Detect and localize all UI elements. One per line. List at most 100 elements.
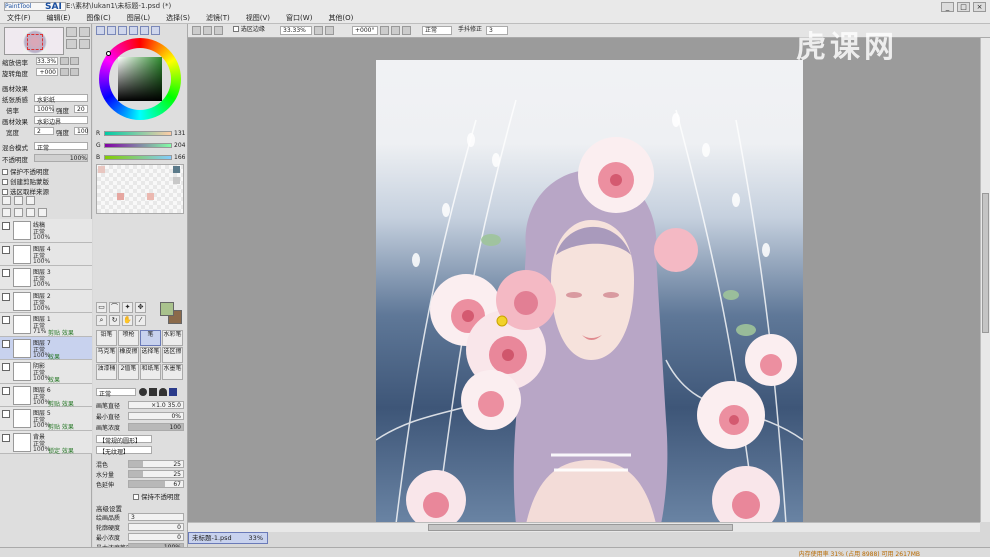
primary-color-chip[interactable] bbox=[160, 302, 174, 316]
swatch-palette[interactable] bbox=[96, 164, 184, 214]
paper-strength-field[interactable]: 20 bbox=[74, 105, 88, 113]
clipping-mask-checkbox[interactable]: 创建剪贴蒙版 bbox=[2, 176, 49, 186]
edge-slider[interactable]: 0 bbox=[128, 523, 184, 531]
new-layer-icon[interactable] bbox=[2, 196, 11, 205]
texture-section-title[interactable]: 画材效果 bbox=[2, 83, 28, 93]
rgb-slider-tab[interactable] bbox=[107, 26, 116, 35]
hsv-slider-tab[interactable] bbox=[118, 26, 127, 35]
rotate-plus-button[interactable] bbox=[70, 68, 79, 76]
visibility-icon[interactable] bbox=[2, 363, 10, 371]
menu-image[interactable]: 图像(C) bbox=[83, 13, 113, 23]
brush-washi[interactable]: 和纸笔 bbox=[140, 364, 161, 380]
brush-airbrush[interactable]: 喷枪 bbox=[118, 330, 139, 346]
brush-bucket[interactable]: 油漆桶 bbox=[96, 364, 117, 380]
navigator-viewport-frame[interactable] bbox=[27, 34, 43, 50]
red-slider[interactable]: R 131 bbox=[96, 130, 188, 138]
min-density-slider[interactable]: 0 bbox=[128, 533, 184, 541]
swatch[interactable] bbox=[173, 166, 180, 173]
visibility-icon[interactable] bbox=[2, 245, 10, 254]
visibility-icon[interactable] bbox=[2, 292, 10, 301]
zoom-field[interactable]: 33.3% bbox=[36, 57, 58, 65]
brush-pen[interactable]: 笔 bbox=[140, 330, 161, 346]
brush-eraser[interactable]: 橡皮擦 bbox=[118, 347, 139, 363]
zoom-plus-button[interactable] bbox=[70, 57, 79, 65]
canvas-viewport[interactable] bbox=[188, 38, 980, 522]
paper-texture-select[interactable]: 水彩纸 bbox=[34, 94, 88, 104]
visibility-icon[interactable] bbox=[2, 222, 10, 230]
layer-item-selected[interactable]: 图层 7 正常 100% 效果 bbox=[0, 336, 92, 361]
effect-width-field[interactable]: 2 bbox=[34, 127, 54, 135]
rotate-right-button[interactable] bbox=[79, 39, 90, 49]
soft-brush-icon[interactable] bbox=[159, 388, 167, 396]
zoom-icon[interactable]: ⌕ bbox=[96, 315, 107, 326]
brush-watercolor[interactable]: 水彩笔 bbox=[162, 330, 183, 346]
brush-select-eraser[interactable]: 选区擦 bbox=[162, 347, 183, 363]
brush-select-pen[interactable]: 选择笔 bbox=[140, 347, 161, 363]
flip-horizontal-icon[interactable] bbox=[402, 26, 411, 35]
brush-marker[interactable]: 马克笔 bbox=[96, 347, 117, 363]
new-vector-layer-icon[interactable] bbox=[26, 196, 35, 205]
visibility-icon[interactable] bbox=[2, 316, 10, 324]
brush-shape-select[interactable]: 【常规的圆形】 bbox=[96, 435, 152, 445]
zoom-out-button[interactable] bbox=[79, 27, 90, 37]
menu-filter[interactable]: 滤镜(T) bbox=[203, 13, 233, 23]
grid-toggle-icon[interactable] bbox=[192, 26, 201, 35]
stabilizer-select[interactable]: 3 bbox=[486, 26, 508, 35]
vertical-scroll-thumb[interactable] bbox=[982, 193, 989, 333]
maximize-button[interactable]: □ bbox=[957, 2, 970, 12]
swatch-tab[interactable] bbox=[151, 26, 160, 35]
hue-marker[interactable] bbox=[106, 51, 111, 56]
brush-size-slider[interactable]: ×1.0 35.0 bbox=[128, 401, 184, 409]
density-slider[interactable]: 100 bbox=[128, 423, 184, 431]
menu-edit[interactable]: 编辑(E) bbox=[44, 13, 74, 23]
menu-file[interactable]: 文件(F) bbox=[4, 13, 34, 23]
blue-slider[interactable]: B 166 bbox=[96, 154, 188, 162]
reset-view-icon[interactable] bbox=[214, 26, 223, 35]
palette-tab[interactable] bbox=[129, 26, 138, 35]
blue-value[interactable]: 166 bbox=[174, 154, 185, 161]
protect-opacity-checkbox[interactable]: 保护不透明度 bbox=[2, 166, 49, 176]
close-button[interactable]: × bbox=[973, 2, 986, 12]
canvas-blend-select[interactable]: 正常 bbox=[422, 26, 452, 35]
water-slider[interactable]: 25 bbox=[128, 470, 184, 478]
brush-mode-select[interactable]: 正常 bbox=[96, 388, 136, 398]
menu-layer[interactable]: 图层(L) bbox=[124, 13, 153, 23]
square-brush-icon[interactable] bbox=[149, 388, 157, 396]
visibility-icon[interactable] bbox=[2, 339, 10, 348]
navigator-preview[interactable] bbox=[4, 27, 64, 55]
eyedropper-icon[interactable]: ⁄ bbox=[135, 315, 146, 326]
minimize-button[interactable]: _ bbox=[941, 2, 954, 12]
canvas-rotation-field[interactable]: +000° bbox=[352, 26, 378, 35]
rotate-cw-icon[interactable] bbox=[391, 26, 400, 35]
selection-edge-toggle[interactable]: 选区边缘 bbox=[233, 26, 265, 35]
merge-down-icon[interactable] bbox=[14, 208, 23, 217]
color-wheel[interactable] bbox=[99, 38, 181, 120]
document-tab[interactable]: 未标题-1.psd 33% bbox=[188, 532, 268, 544]
layer-item[interactable]: 线稿 正常 100% bbox=[0, 219, 92, 243]
paper-scale-field[interactable]: 100% bbox=[34, 105, 54, 113]
delete-layer-icon[interactable] bbox=[38, 208, 47, 217]
blend-slider[interactable]: 25 bbox=[128, 460, 184, 468]
artwork-canvas[interactable] bbox=[376, 60, 803, 522]
layer-item[interactable]: 图层 3 正常 100% bbox=[0, 266, 92, 290]
green-slider[interactable]: G 204 bbox=[96, 142, 188, 150]
keep-opacity-checkbox[interactable]: 保持不透明度 bbox=[133, 491, 180, 501]
brush-binary[interactable]: 2值笔 bbox=[118, 364, 139, 380]
swatch[interactable] bbox=[117, 193, 124, 200]
fit-view-icon[interactable] bbox=[203, 26, 212, 35]
color-wheel-tab[interactable] bbox=[96, 26, 105, 35]
opacity-slider[interactable]: 100% bbox=[34, 154, 88, 162]
menu-select[interactable]: 选择(S) bbox=[163, 13, 193, 23]
effect-select[interactable]: 水彩边界 bbox=[34, 116, 88, 126]
visibility-icon[interactable] bbox=[2, 386, 10, 395]
swatch[interactable] bbox=[98, 166, 105, 173]
layer-item[interactable]: 图层 2 正常 100% bbox=[0, 289, 92, 313]
saturation-value-square[interactable] bbox=[118, 57, 162, 101]
menu-view[interactable]: 视图(V) bbox=[243, 13, 273, 23]
brush-size-multiplier[interactable]: ×1.0 bbox=[151, 402, 166, 409]
rotate-field[interactable]: +000 bbox=[36, 68, 58, 76]
magic-wand-icon[interactable]: ✦ bbox=[122, 302, 133, 313]
layer-item[interactable]: 图层 6 正常 100% 剪贴 效果 bbox=[0, 383, 92, 408]
lasso-icon[interactable]: ⌒ bbox=[109, 302, 120, 313]
rotate-minus-button[interactable] bbox=[60, 68, 69, 76]
